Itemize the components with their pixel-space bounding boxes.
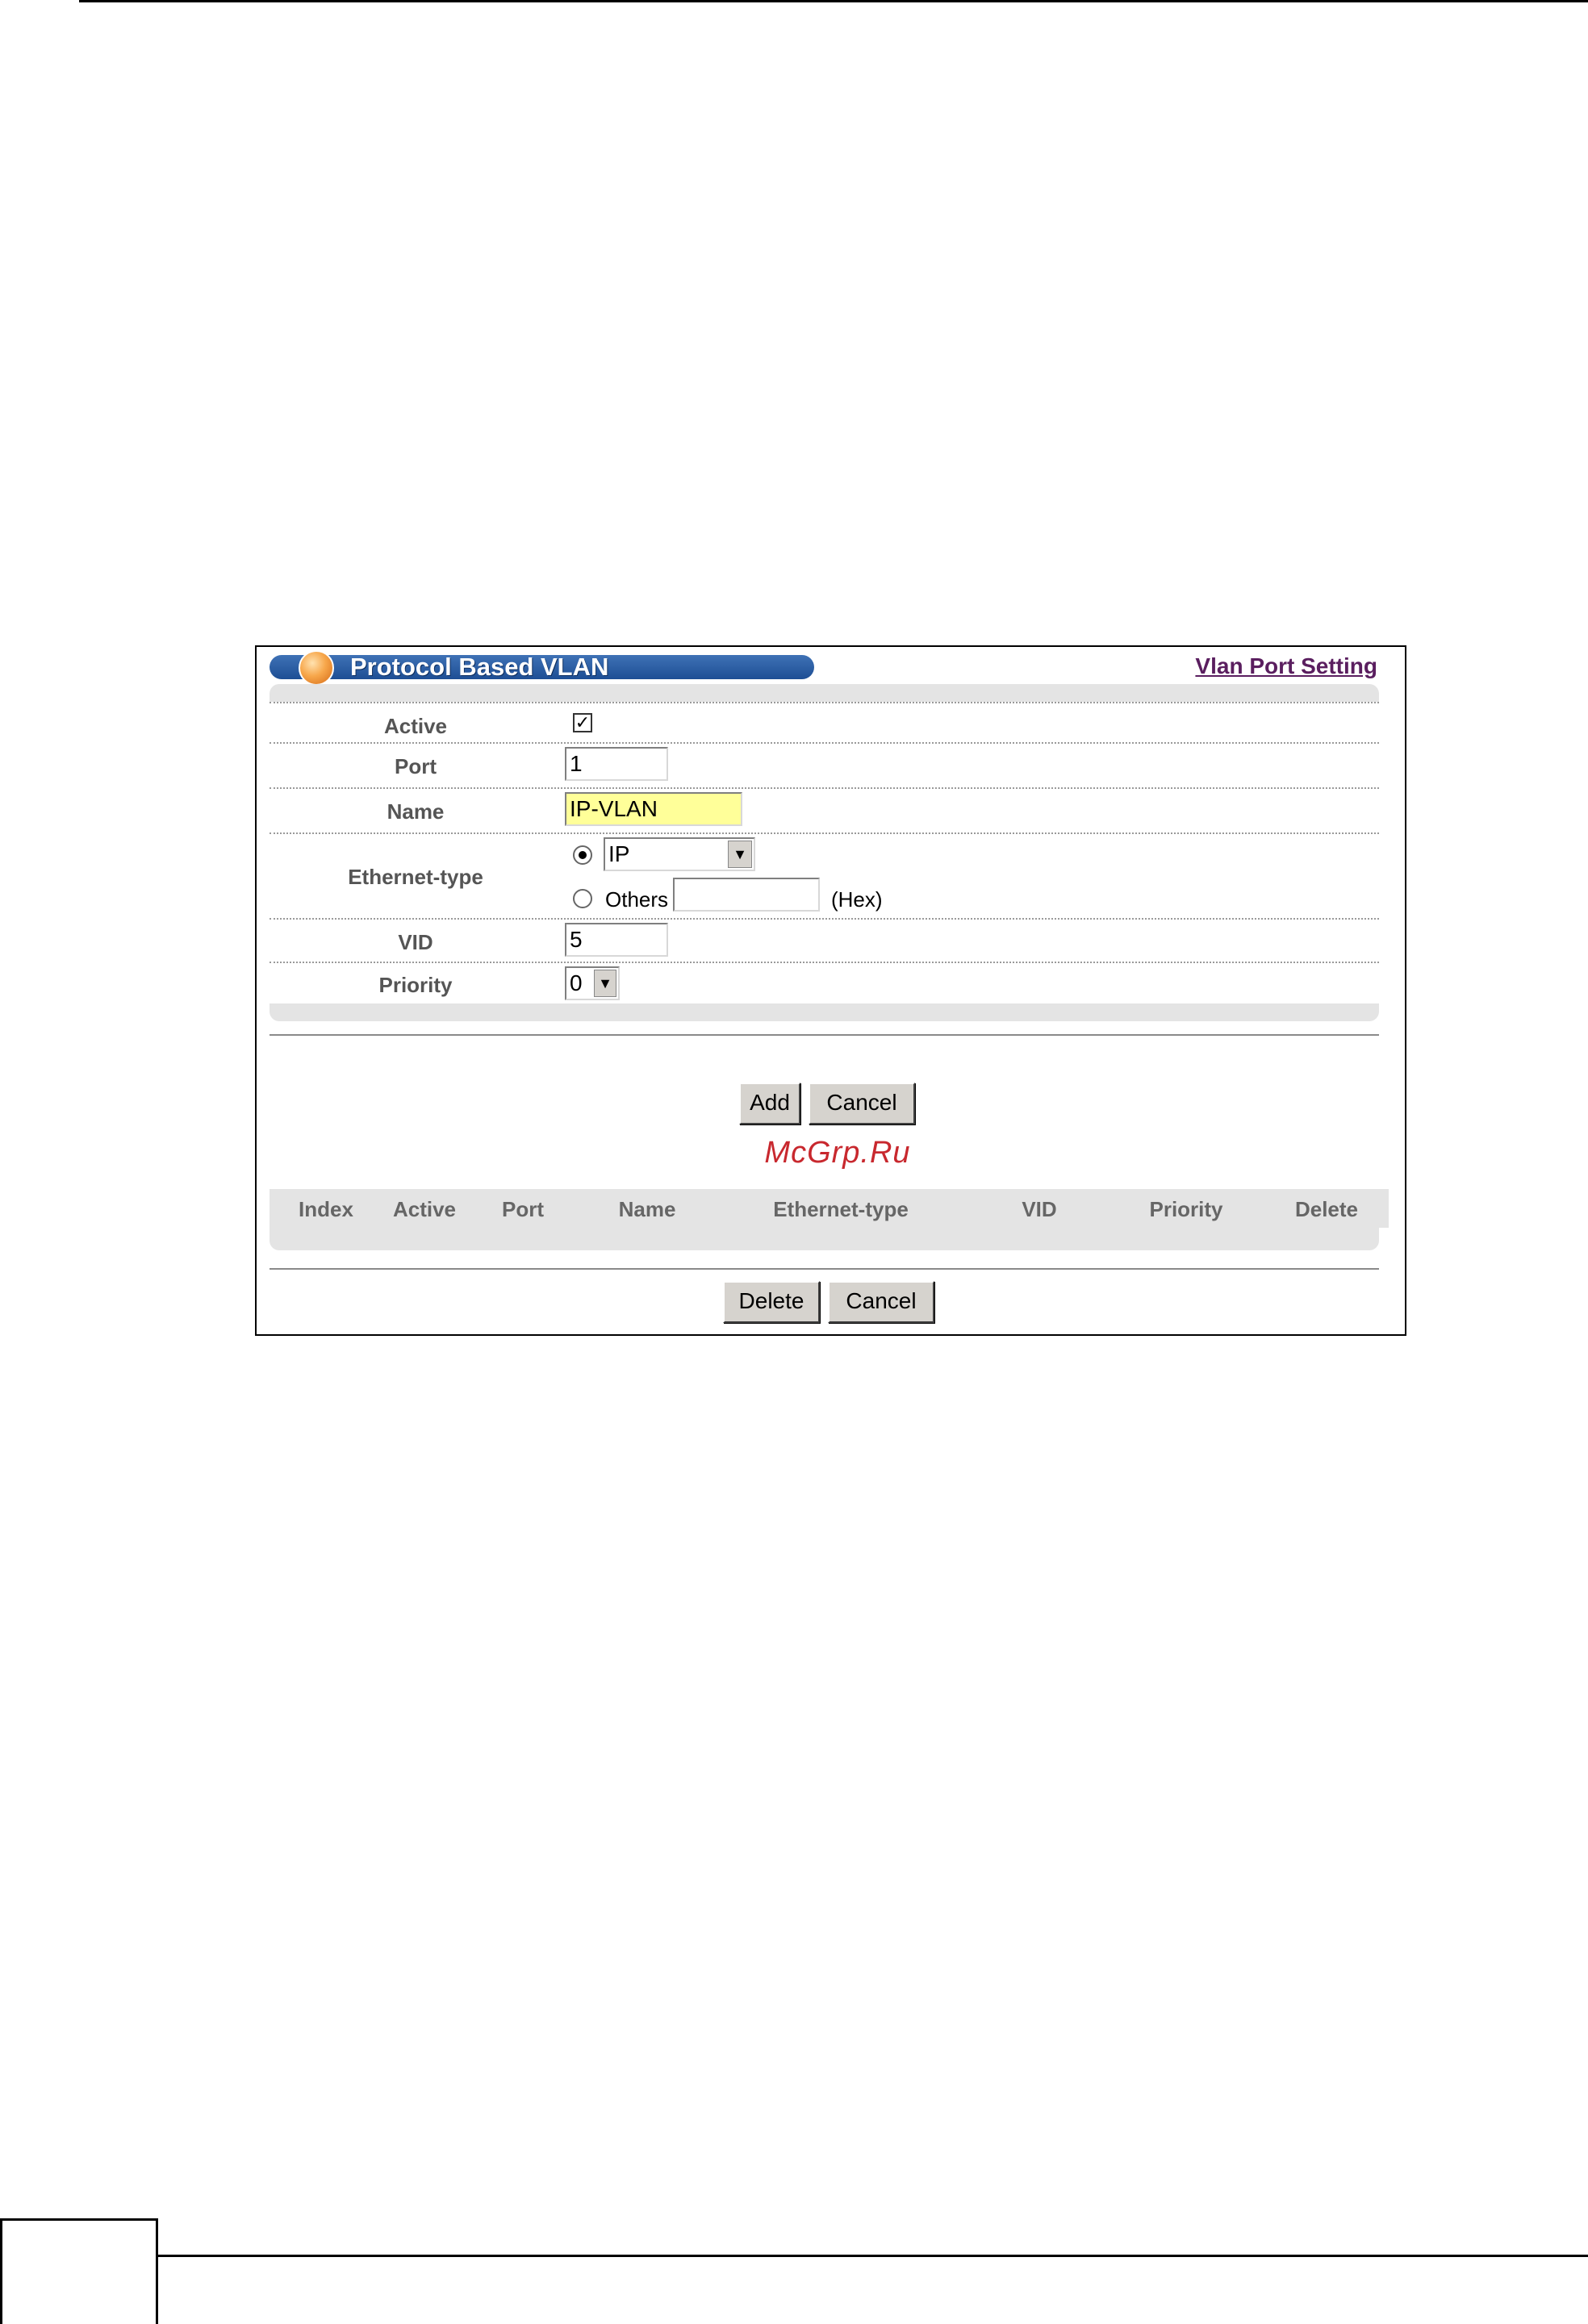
col-port: Port: [502, 1197, 544, 1221]
priority-selected: 0: [570, 970, 583, 995]
cancel-button[interactable]: Cancel: [809, 1083, 915, 1124]
row-ethernet-type: Ethernet-type IP ▼ Others (Hex): [270, 834, 1379, 920]
priority-label: Priority: [378, 973, 453, 997]
watermark-text: McGrp.Ru: [764, 1136, 911, 1170]
row-name: Name IP-VLAN: [270, 789, 1379, 834]
vid-label: VID: [398, 930, 433, 954]
panel-title-bar: Protocol Based VLAN: [270, 650, 814, 686]
delete-button[interactable]: Delete: [723, 1281, 820, 1323]
col-priority: Priority: [1149, 1197, 1223, 1221]
ethertype-others-radio[interactable]: [573, 889, 592, 908]
name-label: Name: [387, 799, 445, 824]
col-delete: Delete: [1294, 1197, 1359, 1221]
cancel-delete-button[interactable]: Cancel: [828, 1281, 934, 1323]
form-divider: [270, 1034, 1379, 1036]
others-label: Others: [605, 887, 669, 912]
page-number-box: [0, 2218, 158, 2324]
protocol-vlan-panel: Protocol Based VLAN Vlan Port Setting Ac…: [255, 645, 1406, 1336]
col-active: Active: [392, 1197, 457, 1221]
vlan-port-setting-link[interactable]: Vlan Port Setting: [1195, 653, 1377, 679]
active-checkbox[interactable]: ✓: [573, 713, 592, 732]
active-label: Active: [383, 714, 448, 738]
add-button[interactable]: Add: [739, 1083, 800, 1124]
vid-input[interactable]: 5: [565, 923, 668, 957]
priority-select[interactable]: 0 ▼: [565, 966, 620, 1000]
ethertype-ip-radio[interactable]: [573, 845, 592, 865]
vlan-table-header: Index Active Port Name Ethernet-type VID…: [270, 1189, 1389, 1228]
orb-icon: [299, 650, 334, 686]
row-priority: Priority 0 ▼: [270, 963, 1379, 1003]
hex-label: (Hex): [831, 887, 883, 912]
row-vid: VID 5: [270, 920, 1379, 963]
ethernet-type-label: Ethernet-type: [348, 865, 483, 889]
row-active: Active ✓: [270, 702, 1379, 744]
ethertype-select[interactable]: IP ▼: [604, 837, 755, 871]
row-port: Port 1: [270, 744, 1379, 789]
port-input[interactable]: 1: [565, 747, 668, 781]
col-ethernet-type: Ethernet-type: [773, 1197, 909, 1221]
chevron-down-icon: ▼: [594, 970, 616, 997]
others-hex-input[interactable]: [673, 878, 820, 912]
panel-title: Protocol Based VLAN: [350, 653, 609, 681]
col-name: Name: [618, 1197, 676, 1221]
col-vid: VID: [1022, 1197, 1057, 1221]
table-divider: [270, 1268, 1379, 1270]
footer-rule: [158, 2255, 1588, 2257]
ethertype-selected: IP: [608, 841, 630, 866]
name-input[interactable]: IP-VLAN: [565, 792, 742, 826]
vlan-form: Active ✓ Port 1 Name IP-VLAN Ethernet-ty…: [270, 684, 1379, 1021]
col-index: Index: [299, 1197, 353, 1221]
form-rows: Active ✓ Port 1 Name IP-VLAN Ethernet-ty…: [270, 702, 1379, 1003]
vlan-table-body: [270, 1228, 1379, 1250]
chevron-down-icon: ▼: [728, 841, 752, 868]
port-label: Port: [395, 754, 437, 778]
header-rule: [79, 0, 1588, 2]
